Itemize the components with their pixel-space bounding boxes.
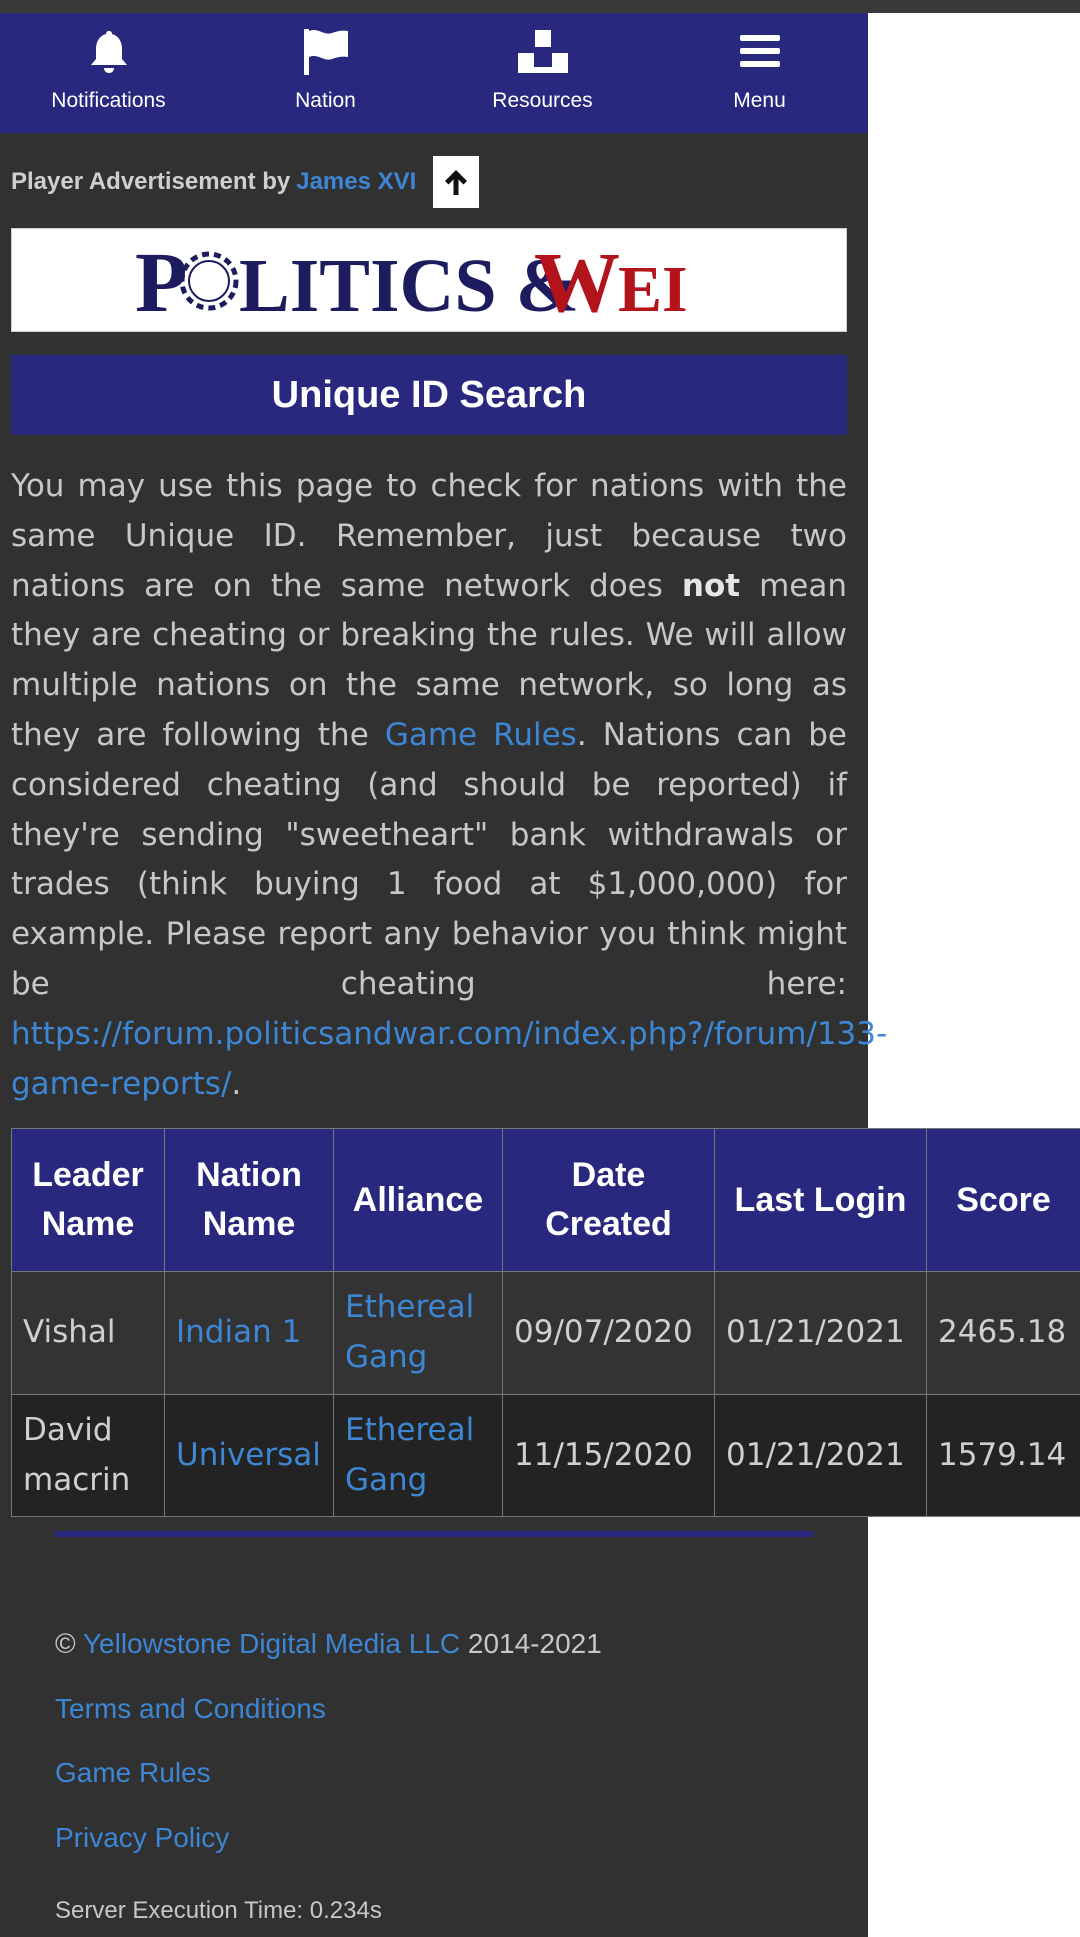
ad-label: Player Advertisement by [11, 168, 291, 195]
intro-text: . Nations can be considered cheating (an… [11, 716, 847, 1002]
table-row: David macrin Universal Ethereal Gang 11/… [11, 1394, 1080, 1517]
header-leader-name[interactable]: Leader Name [11, 1128, 165, 1272]
last-login-cell: 01/21/2021 [714, 1271, 927, 1395]
terms-link[interactable]: Terms and Conditions [55, 1693, 326, 1725]
politics-and-wei-logo: P LITICS & W EI [135, 234, 688, 330]
flag-icon [303, 29, 348, 75]
svg-text:EI: EI [618, 253, 688, 326]
svg-text:P: P [135, 234, 188, 330]
game-rules-link-text[interactable]: Game Rules [55, 1757, 211, 1788]
nav-resources[interactable]: Resources [434, 13, 651, 133]
nation-link[interactable]: Universal [164, 1394, 334, 1517]
copyright-years: 2014-2021 [467, 1628, 602, 1659]
terms-link-text[interactable]: Terms and Conditions [55, 1693, 326, 1724]
ad-author-link[interactable]: James XVI [296, 168, 416, 196]
top-nav: Notifications Nation Resources Menu [0, 13, 868, 133]
date-created-cell: 11/15/2020 [502, 1394, 715, 1517]
menu-icon [739, 35, 780, 67]
arrow-up-icon [445, 170, 468, 195]
svg-text:LITICS &: LITICS & [239, 244, 579, 328]
browser-top-strip [0, 0, 1080, 13]
nations-table: Leader Name Nation Name Alliance Date Cr… [11, 1128, 1080, 1517]
nav-label: Nation [295, 89, 356, 112]
intro-paragraph: You may use this page to check for natio… [11, 462, 887, 1109]
nav-notifications[interactable]: Notifications [0, 13, 217, 133]
header-alliance[interactable]: Alliance [333, 1128, 503, 1272]
header-last-login[interactable]: Last Login [714, 1128, 927, 1272]
footer-game-rules-link[interactable]: Game Rules [55, 1757, 211, 1789]
table-row: Vishal Indian 1 Ethereal Gang 09/07/2020… [11, 1271, 1080, 1395]
scroll-up-button[interactable] [433, 156, 480, 208]
svg-text:W: W [534, 234, 620, 330]
page: Notifications Nation Resources Menu Play… [0, 13, 1080, 1937]
privacy-link-text[interactable]: Privacy Policy [55, 1822, 229, 1853]
laurel-wreath-icon [179, 251, 239, 311]
header-date-created[interactable]: Date Created [502, 1128, 715, 1272]
privacy-link[interactable]: Privacy Policy [55, 1822, 229, 1854]
nav-label: Menu [733, 89, 786, 112]
ad-banner[interactable]: P LITICS & W EI [11, 228, 847, 332]
table-header-row: Leader Name Nation Name Alliance Date Cr… [11, 1128, 1080, 1272]
alliance-link[interactable]: Ethereal Gang [333, 1271, 503, 1395]
header-score[interactable]: Score [926, 1128, 1080, 1272]
nav-label: Notifications [51, 89, 166, 112]
footer-divider [55, 1531, 813, 1537]
alliance-link[interactable]: Ethereal Gang [333, 1394, 503, 1517]
nav-menu[interactable]: Menu [651, 13, 868, 133]
intro-bold: not [681, 567, 741, 604]
leader-name-cell: Vishal [11, 1271, 165, 1395]
game-rules-link[interactable]: Game Rules [385, 717, 577, 753]
intro-text: . [231, 1065, 242, 1102]
company-link[interactable]: Yellowstone Digital Media LLC [83, 1628, 460, 1659]
score-cell: 2465.18 [926, 1271, 1080, 1395]
player-ad-row: Player Advertisement by James XVI [11, 156, 480, 208]
nav-label: Resources [492, 89, 593, 112]
nation-link[interactable]: Indian 1 [164, 1271, 334, 1395]
date-created-cell: 09/07/2020 [502, 1271, 715, 1395]
page-title: Unique ID Search [271, 373, 587, 416]
resources-icon [517, 30, 568, 73]
copyright-symbol: © [55, 1628, 76, 1659]
nav-nation[interactable]: Nation [217, 13, 434, 133]
leader-name-cell: David macrin [11, 1394, 165, 1517]
header-nation-name[interactable]: Nation Name [164, 1128, 334, 1272]
game-reports-link[interactable]: https://forum.politicsandwar.com/index.p… [11, 1016, 887, 1102]
server-exec-time: Server Execution Time: 0.234s [55, 1897, 382, 1924]
bell-icon [90, 31, 127, 73]
page-title-box: Unique ID Search [11, 355, 847, 435]
copyright-line: © Yellowstone Digital Media LLC 2014-202… [55, 1628, 602, 1660]
last-login-cell: 01/21/2021 [714, 1394, 927, 1517]
score-cell: 1579.14 [926, 1394, 1080, 1517]
